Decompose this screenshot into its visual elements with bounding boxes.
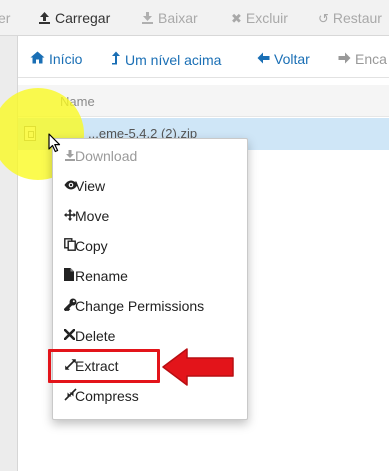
menu-item-label: Copy	[75, 238, 108, 254]
back-button[interactable]: Voltar	[257, 51, 310, 67]
download-label: Baixar	[158, 10, 198, 26]
restore-label: Restaur	[332, 10, 382, 26]
compress-arrows-icon	[53, 388, 77, 404]
menu-item-view[interactable]: View	[53, 173, 249, 199]
copy-icon	[53, 238, 76, 254]
level-up-icon	[111, 51, 121, 68]
expand-arrows-icon	[53, 358, 76, 374]
upload-icon	[38, 11, 51, 26]
navigation-bar: Início Um nível acima Voltar Enca	[18, 42, 389, 78]
undo-icon: ↺	[318, 10, 329, 26]
toolbar-partial-button[interactable]: er	[0, 9, 10, 27]
menu-item-change-permissions[interactable]: Change Permissions	[53, 293, 249, 319]
arrow-right-icon	[338, 52, 351, 67]
file-icon	[53, 268, 75, 284]
menu-item-label: View	[75, 178, 106, 194]
delete-button[interactable]: ✖ Excluir	[231, 9, 288, 27]
red-arrow-annotation	[162, 348, 234, 386]
move-arrows-icon	[53, 208, 76, 224]
download-button[interactable]: Baixar	[141, 9, 198, 27]
eye-icon	[53, 179, 78, 193]
up-one-level-button[interactable]: Um nível acima	[111, 51, 221, 68]
menu-item-move[interactable]: Move	[53, 203, 249, 229]
menu-item-copy[interactable]: Copy	[53, 233, 249, 259]
arrow-left-icon	[257, 52, 270, 67]
up-one-level-label: Um nível acima	[125, 51, 222, 68]
mouse-cursor-icon	[48, 133, 61, 153]
home-label: Início	[49, 51, 83, 67]
delete-label: Excluir	[245, 10, 288, 26]
menu-item-label: Download	[75, 148, 138, 164]
restore-button[interactable]: ↺ Restaur	[318, 9, 382, 27]
toolbar-partial-label: er	[0, 10, 11, 26]
menu-item-download[interactable]: Download	[53, 143, 249, 169]
menu-item-label: Change Permissions	[75, 298, 205, 314]
menu-item-rename[interactable]: Rename	[53, 263, 249, 289]
menu-item-label: Move	[75, 208, 110, 224]
home-button[interactable]: Início	[30, 51, 82, 67]
back-label: Voltar	[274, 51, 310, 67]
menu-item-label: Rename	[75, 268, 128, 284]
download-icon	[141, 11, 154, 26]
menu-item-label: Extract	[75, 358, 119, 374]
x-icon: ✖	[231, 10, 242, 26]
key-icon	[53, 298, 77, 314]
upload-button[interactable]: Carregar	[38, 9, 110, 27]
forward-label: Enca	[355, 51, 387, 67]
forward-button[interactable]: Enca	[338, 51, 387, 67]
upload-label: Carregar	[55, 10, 111, 26]
x-icon	[53, 328, 76, 343]
top-toolbar: er Carregar Baixar ✖ Excluir ↺ Restaur	[0, 0, 389, 36]
menu-item-label: Compress	[75, 388, 139, 404]
home-icon	[30, 51, 45, 67]
menu-item-label: Delete	[75, 328, 116, 344]
